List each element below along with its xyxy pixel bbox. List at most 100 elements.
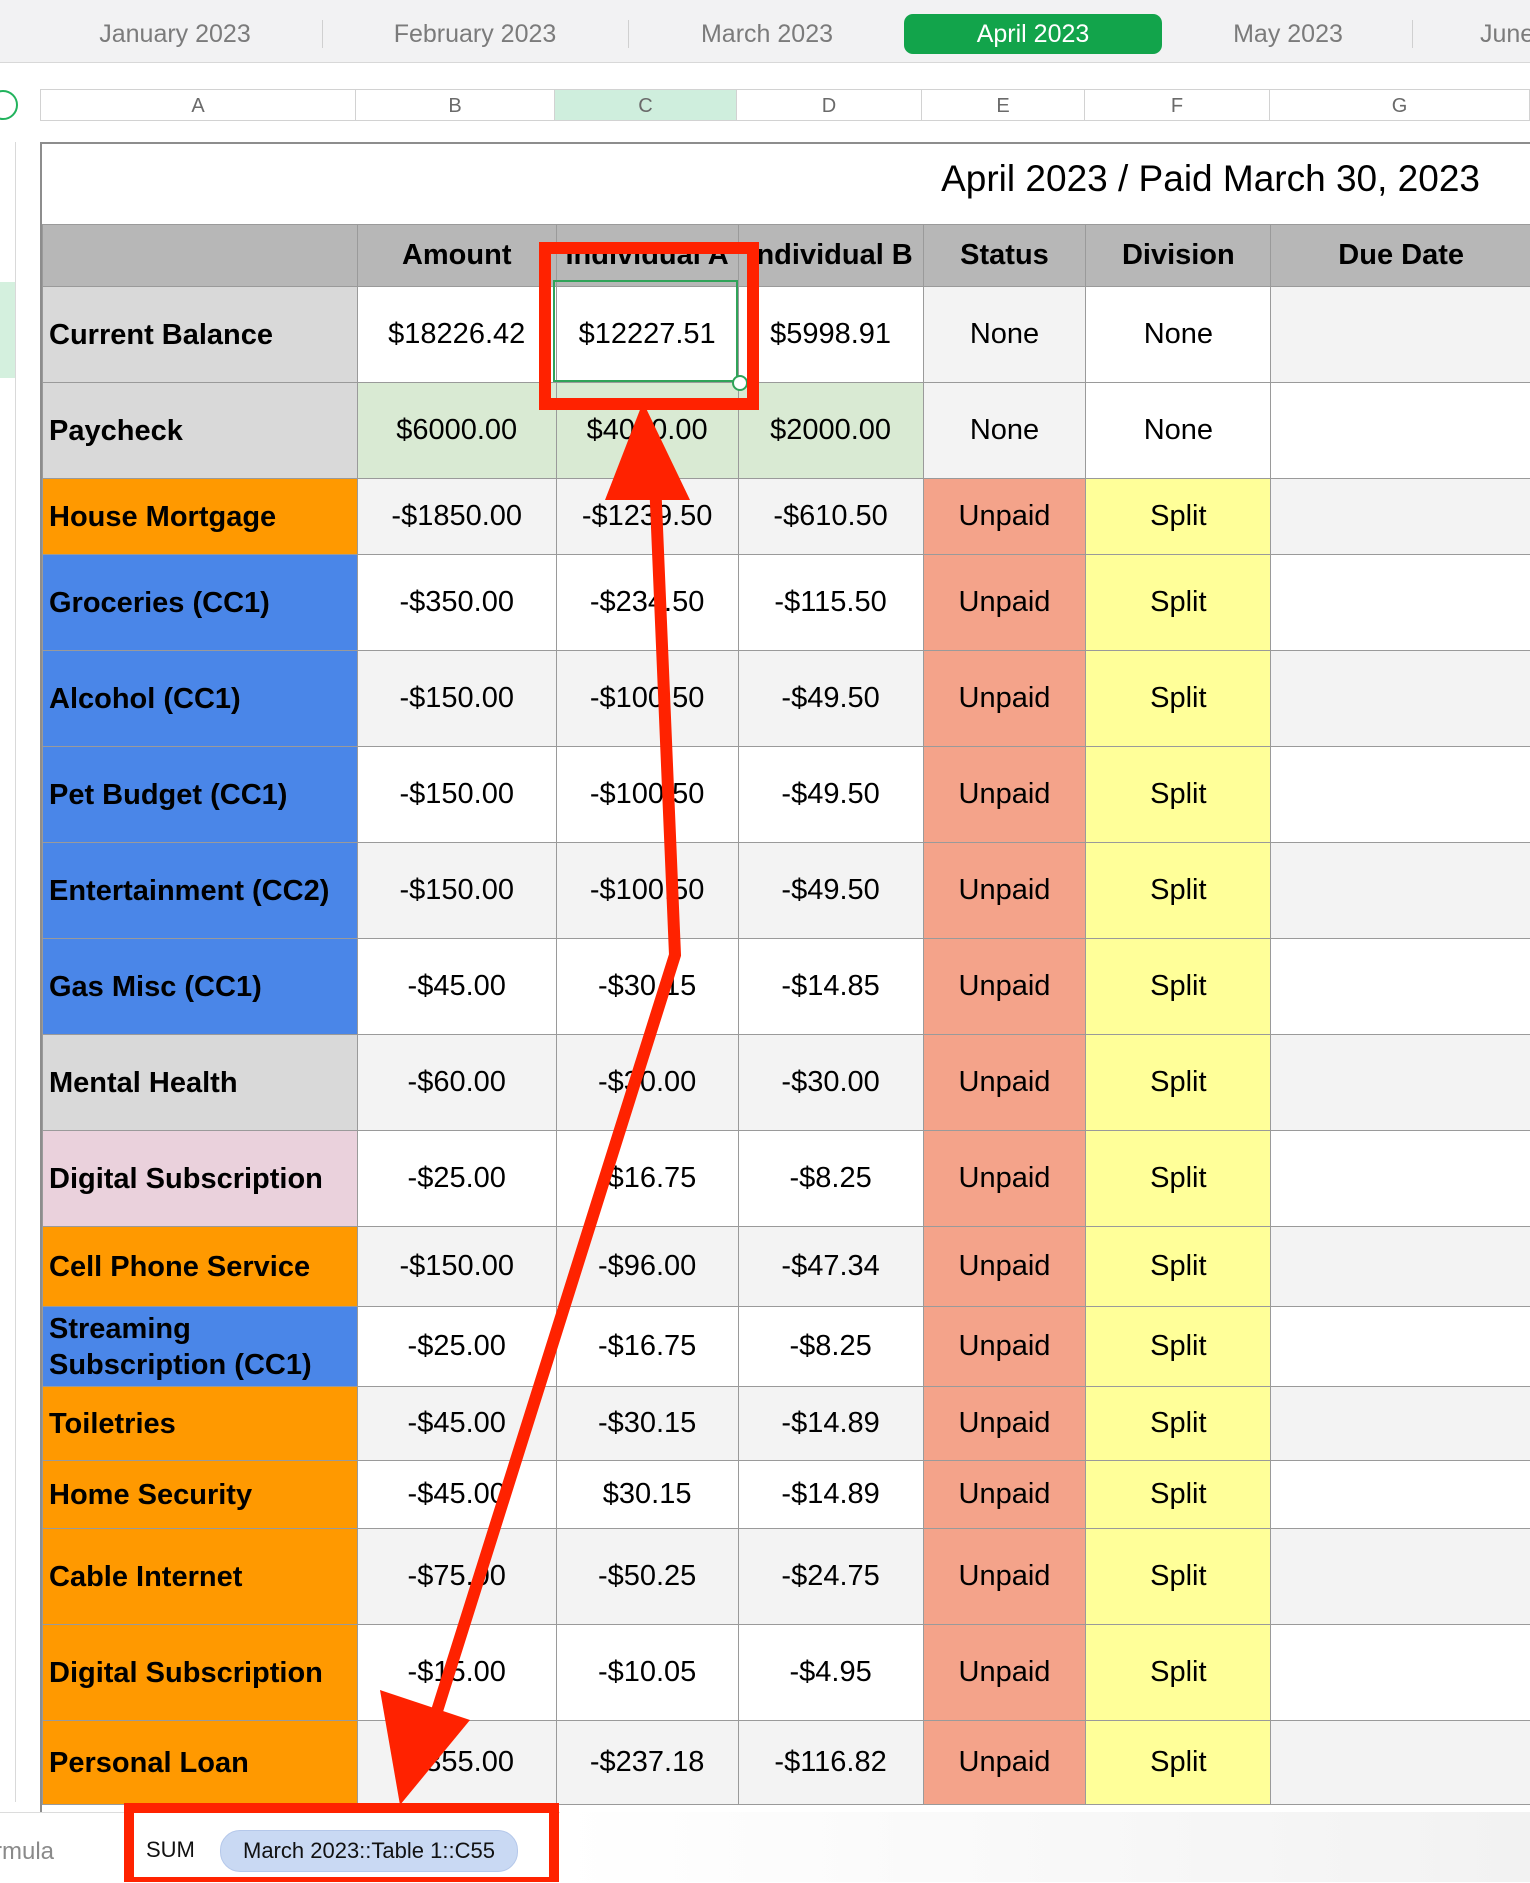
cell-individual-b[interactable]: -$8.25 bbox=[738, 1307, 923, 1387]
cell-label[interactable]: Pet Budget (CC1) bbox=[43, 747, 358, 843]
header-cell-blank[interactable] bbox=[43, 225, 358, 287]
header-cell-division[interactable]: Division bbox=[1086, 225, 1271, 287]
cell-individual-b[interactable]: -$116.82 bbox=[738, 1721, 923, 1805]
cell-individual-a[interactable]: -$1239.50 bbox=[556, 479, 738, 555]
cell-status[interactable]: Unpaid bbox=[923, 1227, 1086, 1307]
cell-due-date[interactable] bbox=[1271, 1131, 1530, 1227]
cell-division[interactable]: Split bbox=[1086, 1461, 1271, 1529]
cell-individual-b[interactable]: -$4.95 bbox=[738, 1625, 923, 1721]
cell-status[interactable]: Unpaid bbox=[923, 1387, 1086, 1461]
cell-individual-a[interactable]: -$100.50 bbox=[556, 843, 738, 939]
column-header-d[interactable]: D bbox=[736, 89, 922, 121]
cell-individual-b[interactable]: -$30.00 bbox=[738, 1035, 923, 1131]
cell-individual-a[interactable]: -$16.75 bbox=[556, 1307, 738, 1387]
cell-status[interactable]: Unpaid bbox=[923, 1461, 1086, 1529]
cell-division[interactable]: Split bbox=[1086, 747, 1271, 843]
cell-amount[interactable]: -$355.00 bbox=[357, 1721, 556, 1805]
cell-due-date[interactable] bbox=[1271, 1625, 1530, 1721]
column-header-b[interactable]: B bbox=[355, 89, 555, 121]
cell-label[interactable]: Gas Misc (CC1) bbox=[43, 939, 358, 1035]
cell-amount[interactable]: -$150.00 bbox=[357, 651, 556, 747]
cell-individual-b[interactable]: -$24.75 bbox=[738, 1529, 923, 1625]
cell-division[interactable]: Split bbox=[1086, 1227, 1271, 1307]
cell-amount[interactable]: -$25.00 bbox=[357, 1307, 556, 1387]
cell-status[interactable]: None bbox=[923, 287, 1086, 383]
cell-status[interactable]: None bbox=[923, 383, 1086, 479]
cell-status[interactable]: Unpaid bbox=[923, 1625, 1086, 1721]
cell-status[interactable]: Unpaid bbox=[923, 651, 1086, 747]
header-cell-individual-b[interactable]: Individual B bbox=[738, 225, 923, 287]
cell-individual-a[interactable]: -$30.00 bbox=[556, 1035, 738, 1131]
cell-division[interactable]: Split bbox=[1086, 1307, 1271, 1387]
cell-amount[interactable]: -$350.00 bbox=[357, 555, 556, 651]
header-cell-individual-a[interactable]: Individual A bbox=[556, 225, 738, 287]
cell-status[interactable]: Unpaid bbox=[923, 555, 1086, 651]
cell-label[interactable]: Digital Subscription bbox=[43, 1625, 358, 1721]
cell-status[interactable]: Unpaid bbox=[923, 1529, 1086, 1625]
cell-division[interactable]: Split bbox=[1086, 1625, 1271, 1721]
select-all-ring-icon[interactable] bbox=[0, 90, 18, 120]
cell-status[interactable]: Unpaid bbox=[923, 1307, 1086, 1387]
sheet-tab-april[interactable]: April 2023 bbox=[904, 14, 1162, 54]
cell-label[interactable]: Groceries (CC1) bbox=[43, 555, 358, 651]
cell-status[interactable]: Unpaid bbox=[923, 1131, 1086, 1227]
cell-due-date[interactable] bbox=[1271, 1461, 1530, 1529]
cell-division[interactable]: Split bbox=[1086, 843, 1271, 939]
table-title[interactable]: April 2023 / Paid March 30, 2023 bbox=[941, 158, 1480, 200]
cell-status[interactable]: Unpaid bbox=[923, 747, 1086, 843]
cell-label[interactable]: Personal Loan bbox=[43, 1721, 358, 1805]
cell-division[interactable]: Split bbox=[1086, 1387, 1271, 1461]
header-cell-amount[interactable]: Amount bbox=[357, 225, 556, 287]
cell-individual-b[interactable]: -$49.50 bbox=[738, 843, 923, 939]
header-cell-due-date[interactable]: Due Date bbox=[1271, 225, 1530, 287]
formula-function[interactable]: SUM bbox=[146, 1837, 195, 1863]
cell-due-date[interactable] bbox=[1271, 747, 1530, 843]
cell-amount[interactable]: -$45.00 bbox=[357, 1461, 556, 1529]
cell-amount[interactable]: -$150.00 bbox=[357, 843, 556, 939]
cell-due-date[interactable] bbox=[1271, 1307, 1530, 1387]
cell-individual-b[interactable]: -$14.89 bbox=[738, 1461, 923, 1529]
column-header-c[interactable]: C bbox=[554, 89, 737, 121]
cell-individual-b[interactable]: -$115.50 bbox=[738, 555, 923, 651]
cell-individual-b[interactable]: -$49.50 bbox=[738, 747, 923, 843]
cell-individual-a[interactable]: -$50.25 bbox=[556, 1529, 738, 1625]
sheet-tab-march[interactable]: March 2023 bbox=[650, 0, 884, 62]
cell-status[interactable]: Unpaid bbox=[923, 1721, 1086, 1805]
cell-division[interactable]: Split bbox=[1086, 939, 1271, 1035]
cell-amount[interactable]: -$45.00 bbox=[357, 1387, 556, 1461]
cell-individual-a[interactable]: -$10.05 bbox=[556, 1625, 738, 1721]
cell-status[interactable]: Unpaid bbox=[923, 1035, 1086, 1131]
cell-individual-a[interactable]: $30.15 bbox=[556, 1461, 738, 1529]
cell-individual-b[interactable]: -$610.50 bbox=[738, 479, 923, 555]
cell-division[interactable]: Split bbox=[1086, 1529, 1271, 1625]
cell-division[interactable]: None bbox=[1086, 383, 1271, 479]
cell-label[interactable]: Entertainment (CC2) bbox=[43, 843, 358, 939]
cell-due-date[interactable] bbox=[1271, 1529, 1530, 1625]
cell-due-date[interactable] bbox=[1271, 651, 1530, 747]
cell-individual-b[interactable]: -$49.50 bbox=[738, 651, 923, 747]
cell-due-date[interactable] bbox=[1271, 287, 1530, 383]
column-header-g[interactable]: G bbox=[1269, 89, 1530, 121]
cell-status[interactable]: Unpaid bbox=[923, 479, 1086, 555]
cell-due-date[interactable] bbox=[1271, 939, 1530, 1035]
cell-individual-a[interactable]: -$16.75 bbox=[556, 1131, 738, 1227]
cell-label[interactable]: Streaming Subscription (CC1) bbox=[43, 1307, 358, 1387]
cell-due-date[interactable] bbox=[1271, 1035, 1530, 1131]
cell-amount[interactable]: -$60.00 bbox=[357, 1035, 556, 1131]
cell-division[interactable]: Split bbox=[1086, 1721, 1271, 1805]
row-header-selected[interactable] bbox=[0, 282, 15, 378]
cell-label[interactable]: Cell Phone Service bbox=[43, 1227, 358, 1307]
cell-due-date[interactable] bbox=[1271, 555, 1530, 651]
cell-amount[interactable]: -$1850.00 bbox=[357, 479, 556, 555]
cell-division[interactable]: Split bbox=[1086, 1035, 1271, 1131]
cell-division[interactable]: Split bbox=[1086, 479, 1271, 555]
cell-individual-b[interactable]: $5998.91 bbox=[738, 287, 923, 383]
sheet-tab-february[interactable]: February 2023 bbox=[350, 0, 600, 62]
formula-reference-token[interactable]: March 2023::Table 1::C55 bbox=[220, 1830, 518, 1872]
cell-individual-a[interactable]: -$237.18 bbox=[556, 1721, 738, 1805]
column-header-f[interactable]: F bbox=[1084, 89, 1270, 121]
cell-individual-a[interactable]: -$30.15 bbox=[556, 1387, 738, 1461]
cell-label[interactable]: Toiletries bbox=[43, 1387, 358, 1461]
column-header-e[interactable]: E bbox=[921, 89, 1085, 121]
cell-division[interactable]: Split bbox=[1086, 651, 1271, 747]
